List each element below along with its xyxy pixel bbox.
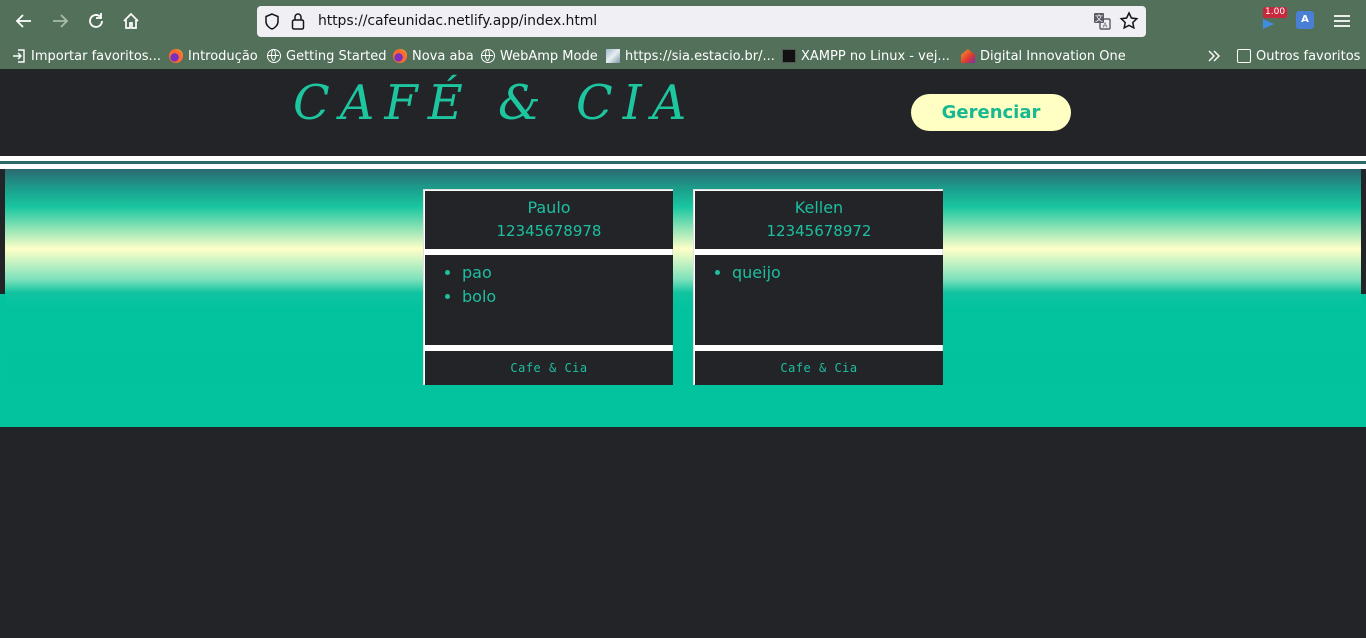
bookmark-label: Getting Started	[286, 48, 387, 64]
bookmark-getting-started[interactable]: Getting Started	[267, 47, 387, 65]
bookmark-dio[interactable]: Digital Innovation One	[961, 47, 1126, 65]
svg-text:A: A	[1103, 22, 1108, 30]
bookmarks-bar: Importar favoritos... Introdução Getting…	[0, 42, 1366, 69]
extension-flag-icon[interactable]	[1262, 18, 1276, 30]
order-card: Paulo 12345678978 pao bolo Cafe & Cia	[423, 189, 673, 385]
bookmark-label: WebAmp Mode	[500, 48, 598, 64]
card-footer: Cafe & Cia	[695, 351, 943, 385]
bookmark-label: Introdução	[188, 48, 258, 64]
back-button[interactable]	[12, 9, 36, 33]
home-button[interactable]	[119, 9, 143, 33]
bookmark-label: Importar favoritos...	[31, 48, 161, 64]
site-logo[interactable]: CAFÉ & CIA	[293, 75, 696, 131]
xampp-icon	[782, 49, 796, 63]
manage-button[interactable]: Gerenciar	[911, 94, 1071, 131]
order-item: queijo	[732, 261, 943, 285]
import-icon	[12, 49, 26, 63]
globe-icon	[481, 49, 495, 63]
bookmark-label: Nova aba	[412, 48, 474, 64]
address-bar[interactable]: https://cafeunidac.netlify.app/index.htm…	[257, 6, 1146, 37]
customer-phone: 12345678978	[496, 222, 602, 240]
card-footer-text: Cafe & Cia	[780, 361, 858, 375]
reload-icon	[89, 13, 103, 28]
bookmark-webamp[interactable]: WebAmp Mode	[481, 47, 598, 65]
url-text[interactable]: https://cafeunidac.netlify.app/index.htm…	[318, 13, 597, 29]
bookmark-star-icon[interactable]	[1119, 11, 1139, 31]
site-header: CAFÉ & CIA Gerenciar	[0, 69, 1366, 156]
bookmark-introducao[interactable]: Introdução	[169, 47, 258, 65]
extension-badge: 1.00	[1263, 7, 1288, 18]
bookmarks-overflow-button[interactable]	[1207, 47, 1221, 65]
bookmark-label: Outros favoritos	[1256, 48, 1361, 64]
hamburger-menu-icon[interactable]	[1331, 10, 1353, 32]
header-divider	[0, 156, 1366, 169]
card-items: queijo	[695, 255, 943, 345]
translate-icon[interactable]: 文A	[1093, 12, 1111, 30]
customer-phone: 12345678972	[766, 222, 872, 240]
bookmark-nova-aba[interactable]: Nova aba	[393, 47, 474, 65]
bookmark-label: https://sia.estacio.br/...	[625, 48, 775, 64]
card-footer-text: Cafe & Cia	[510, 361, 588, 375]
forward-button[interactable]	[48, 9, 72, 33]
order-card: Kellen 12345678972 queijo Cafe & Cia	[693, 189, 943, 385]
hero-banner	[5, 169, 1361, 427]
bookmark-import[interactable]: Importar favoritos...	[12, 47, 161, 65]
arrow-left-icon	[15, 14, 31, 28]
reload-button[interactable]	[84, 9, 108, 33]
browser-toolbar: https://cafeunidac.netlify.app/index.htm…	[0, 0, 1366, 42]
translate-extension-icon[interactable]: A	[1296, 11, 1314, 29]
bookmark-label: Digital Innovation One	[980, 48, 1126, 64]
lock-icon[interactable]	[291, 12, 305, 30]
firefox-icon	[169, 49, 183, 63]
dio-icon	[961, 49, 975, 63]
bookmark-other-favorites[interactable]: Outros favoritos	[1237, 47, 1360, 65]
arrow-right-icon	[53, 14, 69, 28]
bookmark-xampp[interactable]: XAMPP no Linux - vej...	[782, 47, 950, 65]
folder-icon	[1237, 49, 1251, 63]
customer-name: Paulo	[527, 198, 571, 217]
order-item: bolo	[462, 285, 673, 309]
shield-icon[interactable]	[264, 13, 280, 30]
card-items: pao bolo	[425, 255, 673, 345]
order-item: pao	[462, 261, 673, 285]
bookmark-label: XAMPP no Linux - vej...	[801, 48, 950, 64]
card-footer: Cafe & Cia	[425, 351, 673, 385]
globe-icon	[267, 49, 281, 63]
card-header: Kellen 12345678972	[695, 191, 943, 249]
chevrons-right-icon	[1208, 50, 1220, 62]
firefox-icon	[393, 49, 407, 63]
home-icon	[123, 12, 139, 29]
sia-icon	[606, 49, 620, 63]
customer-name: Kellen	[794, 198, 844, 217]
card-header: Paulo 12345678978	[425, 191, 673, 249]
bookmark-sia[interactable]: https://sia.estacio.br/...	[606, 47, 775, 65]
